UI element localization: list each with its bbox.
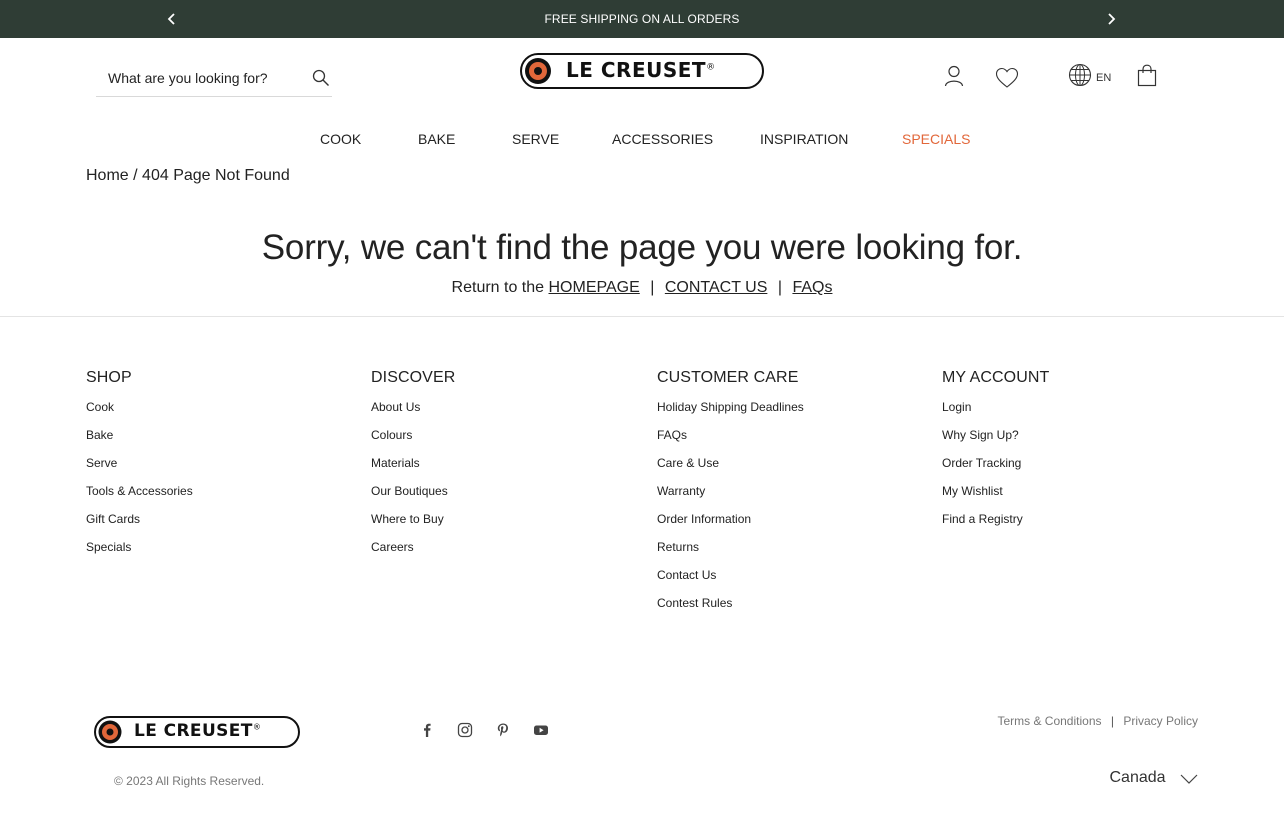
footer-heading: DISCOVER [371,369,456,386]
footer-link-colours[interactable]: Colours [371,428,455,456]
footer-link-about-us[interactable]: About Us [371,400,455,428]
footer-discover: DISCOVER About Us Colours Materials Our … [371,369,455,568]
footer-link-bake[interactable]: Bake [86,428,193,456]
footer-link-gift-cards[interactable]: Gift Cards [86,512,193,540]
link-separator: | [777,279,782,296]
divider [0,316,1284,317]
footer-link-contact-us[interactable]: Contact Us [657,568,804,596]
header-logo[interactable]: LE CREUSET® [520,53,764,89]
legal-separator: | [1110,714,1114,728]
nav-inspiration[interactable]: INSPIRATION [760,131,848,147]
nav-serve[interactable]: SERVE [512,131,559,147]
search-icon[interactable] [312,69,330,87]
heart-icon[interactable] [995,67,1019,89]
return-text: Return to the [451,279,545,296]
footer-heading: MY ACCOUNT [942,369,1050,386]
footer-link-where-to-buy[interactable]: Where to Buy [371,512,455,540]
shopping-bag-icon[interactable] [1137,64,1157,87]
footer-my-account: MY ACCOUNT Login Why Sign Up? Order Trac… [942,369,1049,540]
footer-shop: SHOP Cook Bake Serve Tools & Accessories… [86,369,193,568]
footer-link-specials[interactable]: Specials [86,540,193,568]
footer-link-materials[interactable]: Materials [371,456,455,484]
logo-text: LE CREUSET® [566,58,716,82]
breadcrumb-current: 404 Page Not Found [142,167,290,184]
footer-link-login[interactable]: Login [942,400,1049,428]
logo-text: LE CREUSET® [134,721,262,741]
footer-logo[interactable]: LE CREUSET® [94,716,300,748]
breadcrumb: Home / 404 Page Not Found [86,167,290,185]
promo-text: FREE SHIPPING ON ALL ORDERS [544,12,740,26]
footer-link-order-tracking[interactable]: Order Tracking [942,456,1049,484]
language-selector[interactable]: EN [1096,72,1111,84]
footer-link-holiday-shipping[interactable]: Holiday Shipping Deadlines [657,400,804,428]
copyright: © 2023 All Rights Reserved. [114,774,265,788]
footer-link-contest-rules[interactable]: Contest Rules [657,596,804,624]
footer-link-care-use[interactable]: Care & Use [657,456,804,484]
terms-conditions-link[interactable]: Terms & Conditions [997,714,1101,728]
footer-link-my-wishlist[interactable]: My Wishlist [942,484,1049,512]
breadcrumb-home[interactable]: Home [86,167,129,184]
error-links: Return to the HOMEPAGE | CONTACT US | FA… [0,279,1284,297]
nav-specials[interactable]: SPECIALS [902,131,970,147]
breadcrumb-separator: / [133,167,138,184]
main-nav: COOK BAKE SERVE ACCESSORIES INSPIRATION … [0,131,1284,151]
pinterest-icon[interactable] [495,722,511,738]
footer-customer-care: CUSTOMER CARE Holiday Shipping Deadlines… [657,369,804,624]
footer-link-why-sign-up[interactable]: Why Sign Up? [942,428,1049,456]
footer-link-returns[interactable]: Returns [657,540,804,568]
footer-link-our-boutiques[interactable]: Our Boutiques [371,484,455,512]
search-input[interactable] [108,68,298,88]
nav-bake[interactable]: BAKE [418,131,455,147]
contact-us-link[interactable]: CONTACT US [665,279,768,296]
chevron-right-icon[interactable] [1103,11,1119,27]
facebook-icon[interactable] [419,722,435,738]
youtube-icon[interactable] [533,722,549,738]
instagram-icon[interactable] [457,722,473,738]
region-selector[interactable]: Canada [1110,769,1199,789]
globe-icon[interactable] [1068,63,1092,87]
footer-link-order-information[interactable]: Order Information [657,512,804,540]
footer-link-cook[interactable]: Cook [86,400,193,428]
nav-cook[interactable]: COOK [320,131,361,147]
region-label: Canada [1109,769,1166,786]
privacy-policy-link[interactable]: Privacy Policy [1123,714,1198,728]
footer-link-serve[interactable]: Serve [86,456,193,484]
link-separator: | [650,279,655,296]
nav-accessories[interactable]: ACCESSORIES [612,131,713,147]
footer-link-warranty[interactable]: Warranty [657,484,804,512]
homepage-link[interactable]: HOMEPAGE [549,279,640,296]
promo-bar: FREE SHIPPING ON ALL ORDERS [0,0,1284,38]
page-title: Sorry, we can't find the page you were l… [261,228,1023,267]
footer-link-faqs[interactable]: FAQs [657,428,804,456]
user-icon[interactable] [944,65,964,87]
search-bar [96,60,332,97]
legal-links: Terms & Conditions | Privacy Policy [997,714,1198,728]
footer-heading: CUSTOMER CARE [657,369,799,386]
faqs-link[interactable]: FAQs [792,279,832,296]
footer-link-tools-accessories[interactable]: Tools & Accessories [86,484,193,512]
footer-heading: SHOP [86,369,132,386]
footer-link-find-registry[interactable]: Find a Registry [942,512,1049,540]
footer-link-careers[interactable]: Careers [371,540,455,568]
chevron-down-icon [1180,772,1198,784]
